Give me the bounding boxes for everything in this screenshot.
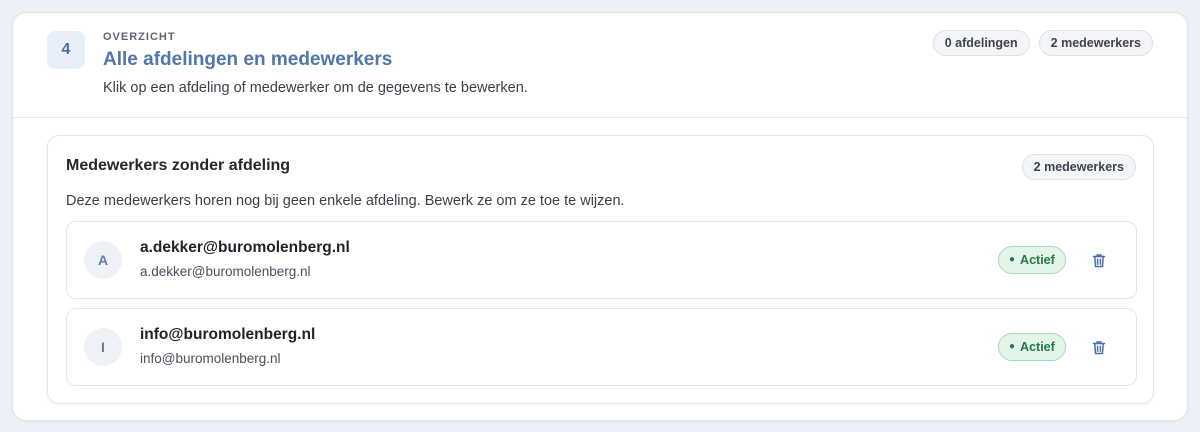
section-eyebrow: OVERZICHT (103, 31, 176, 43)
step-number-badge: 4 (47, 31, 85, 69)
employee-name[interactable]: info@buromolenberg.nl (140, 326, 315, 344)
unassigned-employees-section: Medewerkers zonder afdeling 2 medewerker… (47, 135, 1154, 404)
status-label: Actief (1020, 253, 1055, 267)
delete-employee-button[interactable] (1089, 250, 1109, 270)
section-count-badge: 2 medewerkers (1021, 154, 1136, 180)
overview-header: 4 OVERZICHT Alle afdelingen en medewerke… (13, 13, 1187, 118)
employee-row[interactable]: I info@buromolenberg.nl info@buromolenbe… (66, 308, 1137, 386)
status-badge: ● Actief (998, 333, 1066, 361)
avatar: A (84, 241, 122, 279)
overview-card: 4 OVERZICHT Alle afdelingen en medewerke… (12, 12, 1188, 421)
section-description: Deze medewerkers horen nog bij geen enke… (66, 193, 625, 209)
departments-count-badge: 0 afdelingen (932, 30, 1030, 56)
employee-email: a.dekker@buromolenberg.nl (140, 264, 311, 279)
section-title: Medewerkers zonder afdeling (66, 157, 291, 174)
delete-employee-button[interactable] (1089, 337, 1109, 357)
status-badge: ● Actief (998, 246, 1066, 274)
page-subtitle: Klik op een afdeling of medewerker om de… (103, 80, 528, 96)
employee-email: info@buromolenberg.nl (140, 351, 281, 366)
employee-row[interactable]: A a.dekker@buromolenberg.nl a.dekker@bur… (66, 221, 1137, 299)
page-title: Alle afdelingen en medewerkers (103, 49, 393, 70)
status-label: Actief (1020, 340, 1055, 354)
status-dot-icon: ● (1009, 254, 1016, 265)
status-dot-icon: ● (1009, 341, 1016, 352)
employee-list: A a.dekker@buromolenberg.nl a.dekker@bur… (66, 221, 1137, 395)
summary-badges: 0 afdelingen 2 medewerkers (932, 30, 1153, 56)
trash-icon (1092, 253, 1106, 267)
trash-icon (1092, 340, 1106, 354)
avatar: I (84, 328, 122, 366)
employee-name[interactable]: a.dekker@buromolenberg.nl (140, 239, 350, 257)
employees-count-badge: 2 medewerkers (1038, 30, 1153, 56)
